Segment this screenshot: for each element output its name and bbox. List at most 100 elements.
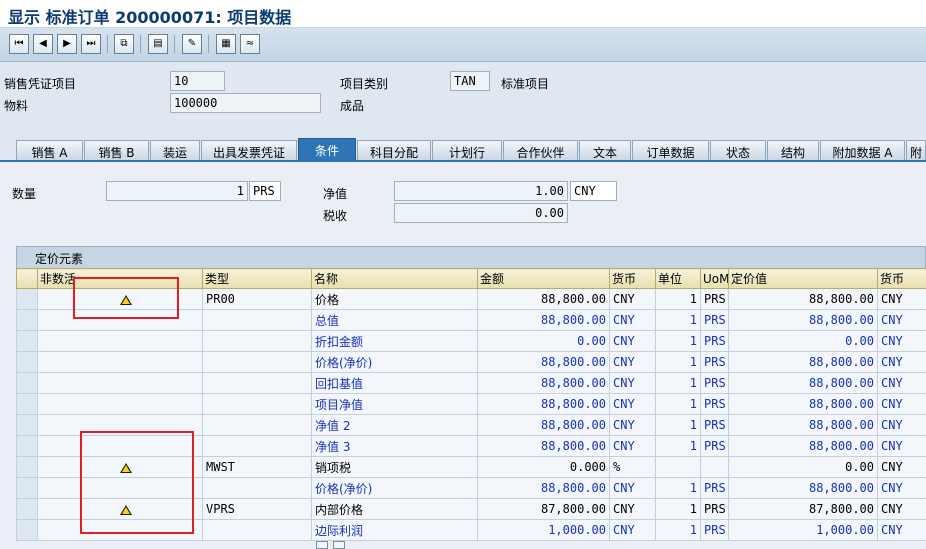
tab-partners[interactable]: 合作伙伴 bbox=[503, 140, 578, 161]
quantity-field[interactable]: 1 bbox=[106, 181, 248, 201]
row-selector[interactable] bbox=[16, 393, 38, 415]
tab-additional-data-b[interactable]: 附 bbox=[906, 140, 926, 161]
item-number-field[interactable]: 10 bbox=[170, 71, 225, 91]
value-currency-cell: CNY bbox=[877, 288, 926, 310]
uom-cell: PRS bbox=[700, 351, 729, 373]
condition-type-cell bbox=[202, 519, 312, 541]
row-selector[interactable] bbox=[16, 498, 38, 520]
tab-account-assignment[interactable]: 科目分配 bbox=[357, 140, 431, 161]
row-selector[interactable] bbox=[16, 414, 38, 436]
row-selector[interactable] bbox=[16, 309, 38, 331]
net-currency-field[interactable]: CNY bbox=[570, 181, 617, 201]
copy-icon[interactable]: ⧉ bbox=[114, 34, 134, 54]
uom-cell: PRS bbox=[700, 498, 729, 520]
amount-cell: 88,800.00 bbox=[477, 351, 610, 373]
condition-value-cell: 88,800.00 bbox=[728, 435, 878, 457]
scroll-right-button[interactable] bbox=[333, 541, 345, 549]
row-selector[interactable] bbox=[16, 435, 38, 457]
uom-cell: PRS bbox=[700, 414, 729, 436]
edit-icon[interactable]: ✎ bbox=[182, 34, 202, 54]
row-selector[interactable] bbox=[16, 477, 38, 499]
tab-shipping[interactable]: 装运 bbox=[150, 140, 200, 161]
row-selector[interactable] bbox=[16, 351, 38, 373]
tax-amount-field[interactable]: 0.00 bbox=[394, 203, 568, 223]
condition-type-cell bbox=[202, 477, 312, 499]
column-header-condition-value[interactable]: 定价值 bbox=[728, 268, 878, 289]
condition-type-cell bbox=[202, 351, 312, 373]
value-currency-cell: CNY bbox=[877, 435, 926, 457]
condition-name-cell: 折扣金额 bbox=[311, 330, 478, 352]
table-row[interactable]: 折扣金额 0.00 CNY 1 PRS 0.00 CNY bbox=[16, 330, 926, 352]
value-currency-cell: CNY bbox=[877, 393, 926, 415]
scroll-left-button[interactable] bbox=[316, 541, 328, 549]
tab-status[interactable]: 状态 bbox=[710, 140, 766, 161]
tab-billing-document[interactable]: 出具发票凭证 bbox=[201, 140, 297, 161]
column-header-currency[interactable]: 货币 bbox=[609, 268, 656, 289]
item-category-field[interactable]: TAN bbox=[450, 71, 490, 91]
column-header-type[interactable]: 类型 bbox=[202, 268, 312, 289]
row-selector[interactable] bbox=[16, 288, 38, 310]
condition-value-cell: 88,800.00 bbox=[728, 414, 878, 436]
toolbar-separator bbox=[174, 35, 175, 53]
table-row[interactable]: 价格(净价) 88,800.00 CNY 1 PRS 88,800.00 CNY bbox=[16, 351, 926, 373]
amount-cell: 87,800.00 bbox=[477, 498, 610, 520]
row-selector[interactable] bbox=[16, 330, 38, 352]
tab-structure[interactable]: 结构 bbox=[767, 140, 819, 161]
tab-order-data[interactable]: 订单数据 bbox=[632, 140, 709, 161]
column-header-unit[interactable]: 单位 bbox=[655, 268, 701, 289]
column-header-name[interactable]: 名称 bbox=[311, 268, 478, 289]
tab-conditions[interactable]: 条件 bbox=[298, 138, 356, 161]
condition-type-cell bbox=[202, 330, 312, 352]
currency-cell: CNY bbox=[609, 414, 656, 436]
condition-name-cell: 总值 bbox=[311, 309, 478, 331]
condition-name-cell: 价格 bbox=[311, 288, 478, 310]
unit-cell: 1 bbox=[655, 330, 701, 352]
amount-cell: 88,800.00 bbox=[477, 477, 610, 499]
toolbar-separator bbox=[140, 35, 141, 53]
tab-additional-data-a[interactable]: 附加数据 A bbox=[820, 140, 905, 161]
condition-name-cell: 净值 3 bbox=[311, 435, 478, 457]
first-page-button[interactable]: ⏮ bbox=[9, 34, 29, 54]
table-row[interactable]: 回扣基值 88,800.00 CNY 1 PRS 88,800.00 CNY bbox=[16, 372, 926, 394]
net-value-field[interactable]: 1.00 bbox=[394, 181, 568, 201]
row-selector-header[interactable] bbox=[16, 268, 38, 289]
currency-cell: CNY bbox=[609, 309, 656, 331]
row-selector[interactable] bbox=[16, 519, 38, 541]
amount-cell: 88,800.00 bbox=[477, 372, 610, 394]
tab-texts[interactable]: 文本 bbox=[579, 140, 631, 161]
uom-cell: PRS bbox=[700, 477, 729, 499]
value-currency-cell: CNY bbox=[877, 519, 926, 541]
condition-value-cell: 0.00 bbox=[728, 456, 878, 478]
column-header-value-currency[interactable]: 货币 bbox=[877, 268, 926, 289]
table-row[interactable]: 项目净值 88,800.00 CNY 1 PRS 88,800.00 CNY bbox=[16, 393, 926, 415]
condition-value-cell: 88,800.00 bbox=[728, 288, 878, 310]
tab-underline bbox=[0, 160, 926, 162]
condition-name-cell: 净值 2 bbox=[311, 414, 478, 436]
analysis-icon[interactable]: ≈ bbox=[240, 34, 260, 54]
material-label: 物料 bbox=[4, 99, 29, 113]
tab-sales-b[interactable]: 销售 B bbox=[84, 140, 149, 161]
column-header-amount[interactable]: 金额 bbox=[477, 268, 610, 289]
value-currency-cell: CNY bbox=[877, 498, 926, 520]
currency-cell: % bbox=[609, 456, 656, 478]
document-icon[interactable]: ▤ bbox=[148, 34, 168, 54]
unit-cell: 1 bbox=[655, 498, 701, 520]
column-header-uom[interactable]: UoM bbox=[700, 268, 729, 289]
prev-page-button[interactable]: ◀ bbox=[33, 34, 53, 54]
row-selector[interactable] bbox=[16, 456, 38, 478]
currency-cell: CNY bbox=[609, 288, 656, 310]
amount-cell: 0.00 bbox=[477, 330, 610, 352]
material-field[interactable]: 100000 bbox=[170, 93, 321, 113]
condition-value-cell: 88,800.00 bbox=[728, 393, 878, 415]
tab-sales-a[interactable]: 销售 A bbox=[16, 140, 83, 161]
quantity-unit-field[interactable]: PRS bbox=[249, 181, 281, 201]
condition-type-cell bbox=[202, 414, 312, 436]
tab-schedule-lines[interactable]: 计划行 bbox=[432, 140, 502, 161]
last-page-button[interactable]: ⏭ bbox=[81, 34, 101, 54]
row-selector[interactable] bbox=[16, 372, 38, 394]
condition-name-cell: 价格(净价) bbox=[311, 477, 478, 499]
highlight-box-pr00 bbox=[73, 277, 179, 319]
title-bar: 显示 标准订单 200000071: 项目数据 bbox=[0, 0, 926, 28]
calculator-icon[interactable]: ▦ bbox=[216, 34, 236, 54]
next-page-button[interactable]: ▶ bbox=[57, 34, 77, 54]
